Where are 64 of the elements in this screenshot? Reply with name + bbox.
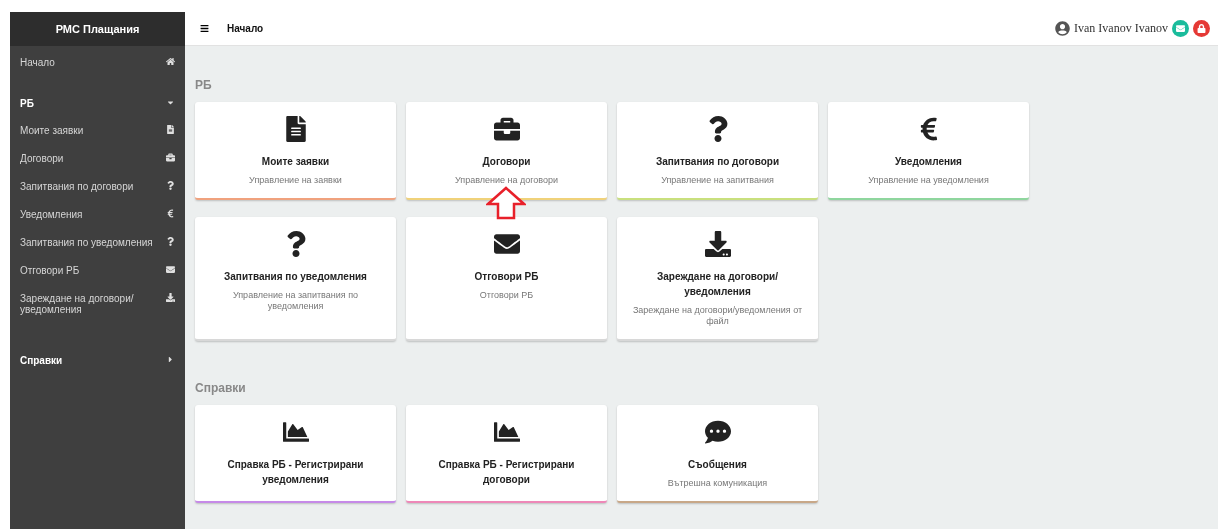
tile-title: Зареждане на договори/уведомления <box>656 270 779 299</box>
sidebar-group[interactable]: Справки <box>10 355 185 366</box>
tile-title: Съобщения <box>688 458 747 472</box>
tile-subtitle: Управление на запитвания <box>661 175 774 186</box>
sidebar-group[interactable]: РБ <box>10 98 185 109</box>
caret-down-icon <box>166 98 175 107</box>
caret-right-icon <box>166 355 175 364</box>
menu-icon[interactable] <box>200 24 209 33</box>
tile-card[interactable]: Справка РБ - Регистрирани договори <box>406 405 607 503</box>
tile-card[interactable]: Уведомления Управление на уведомления <box>828 102 1029 200</box>
sidebar-item[interactable]: Моите заявки <box>10 125 185 136</box>
tile-card[interactable]: Съобщения Вътрешна комуникация <box>617 405 818 503</box>
home-icon <box>166 57 175 66</box>
tile-title: Запитвания по договори <box>655 155 780 169</box>
tile-card[interactable]: Отговори РБ Отговори РБ <box>406 217 607 341</box>
tile-subtitle: Управление на заявки <box>249 175 342 186</box>
tile-subtitle: Управление на договори <box>454 175 559 186</box>
tile-card[interactable]: Моите заявки Управление на заявки <box>195 102 396 200</box>
tile-card[interactable]: Запитвания по уведомления Управление на запитвания по уведомления <box>195 217 396 341</box>
tile-card[interactable]: Запитвания по договори Управление на запитвания <box>617 102 818 200</box>
envelope-icon <box>166 265 175 274</box>
area-chart-icon <box>282 419 309 445</box>
tile-subtitle: Вътрешна комуникация <box>667 478 768 489</box>
tile-title: Запитвания по уведомления <box>224 270 367 284</box>
sidebar-item[interactable]: Запитвания по договори <box>10 181 185 192</box>
tile-card[interactable]: Зареждане на договори/уведомления Зареждане на договори/уведомления от файл <box>617 217 818 341</box>
sidebar-item[interactable]: Уведомления <box>10 209 185 220</box>
download-icon <box>704 231 731 257</box>
document-icon <box>166 125 175 134</box>
tile-title: Уведомления <box>895 155 962 169</box>
section-title: Справки <box>195 381 247 395</box>
tile-title: Моите заявки <box>261 155 330 169</box>
tile-card[interactable]: Справка РБ - Регистрирани уведомления <box>195 405 396 503</box>
sidebar-item[interactable]: Запитвания по уведомления <box>10 237 185 248</box>
tile-card[interactable]: Договори Управление на договори <box>406 102 607 200</box>
avatar-icon[interactable] <box>1055 21 1071 36</box>
lock-button[interactable] <box>1193 20 1210 37</box>
question-icon <box>166 181 175 190</box>
euro-icon <box>166 209 175 218</box>
tile-subtitle: Управление на уведомления <box>868 175 989 186</box>
envelope-icon <box>1176 24 1185 33</box>
tile-subtitle: Зареждане на договори/уведомления от файл <box>631 305 804 327</box>
question-icon <box>166 237 175 246</box>
app-title: РМС Плащания <box>10 12 185 46</box>
area-chart-icon <box>493 419 520 445</box>
lock-icon <box>1197 24 1206 33</box>
sidebar-item[interactable]: Отговори РБ <box>10 265 185 276</box>
page-title: Начало <box>227 23 265 34</box>
tile-subtitle: Управление на запитвания по уведомления <box>231 290 360 312</box>
sidebar-item[interactable]: Начало <box>10 57 185 68</box>
user-name[interactable]: Ivan Ivanov Ivanov <box>1074 21 1168 36</box>
tile-title: Справка РБ - Регистрирани договори <box>437 458 576 487</box>
section-title: РБ <box>195 78 213 92</box>
envelope-icon <box>493 231 520 257</box>
chat-bubble-icon <box>704 419 731 445</box>
tile-title: Отговори РБ <box>474 270 539 284</box>
sidebar-item[interactable]: Договори <box>10 153 185 164</box>
tile-title: Договори <box>482 155 531 169</box>
briefcase-icon <box>493 116 520 142</box>
tile-title: Справка РБ - Регистрирани уведомления <box>226 458 365 487</box>
download-icon <box>166 293 175 302</box>
tile-subtitle: Отговори РБ <box>479 290 534 301</box>
briefcase-icon <box>166 153 175 162</box>
sidebar-item[interactable]: Зареждане на договори/уведомления <box>10 293 185 315</box>
